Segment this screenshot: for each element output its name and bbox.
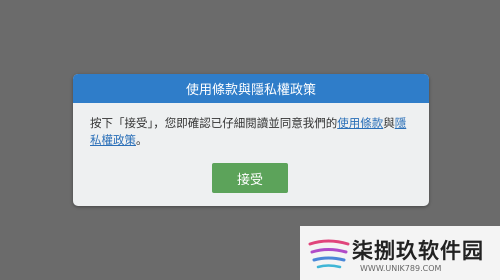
dialog-title: 使用條款與隱私權政策	[73, 74, 429, 103]
watermark-logo-icon	[308, 239, 350, 269]
terms-link[interactable]: 使用條款	[337, 116, 383, 130]
message-conjunction: 與	[383, 116, 395, 130]
watermark-url: WWW.UNIK789.COM	[360, 264, 442, 273]
dialog-message: 按下「接受」，您即確認已仔細閱讀並同意我們的使用條款與隱私權政策。	[73, 103, 429, 149]
watermark: 柒捌玖软件园 WWW.UNIK789.COM	[300, 226, 500, 280]
watermark-title: 柒捌玖软件园	[352, 239, 484, 263]
message-prefix: 按下「接受」，您即確認已仔細閱讀並同意我們的	[90, 116, 338, 130]
terms-dialog: 使用條款與隱私權政策 按下「接受」，您即確認已仔細閱讀並同意我們的使用條款與隱私…	[73, 74, 429, 206]
accept-button[interactable]: 接受	[212, 163, 288, 193]
message-suffix: 。	[136, 133, 148, 147]
